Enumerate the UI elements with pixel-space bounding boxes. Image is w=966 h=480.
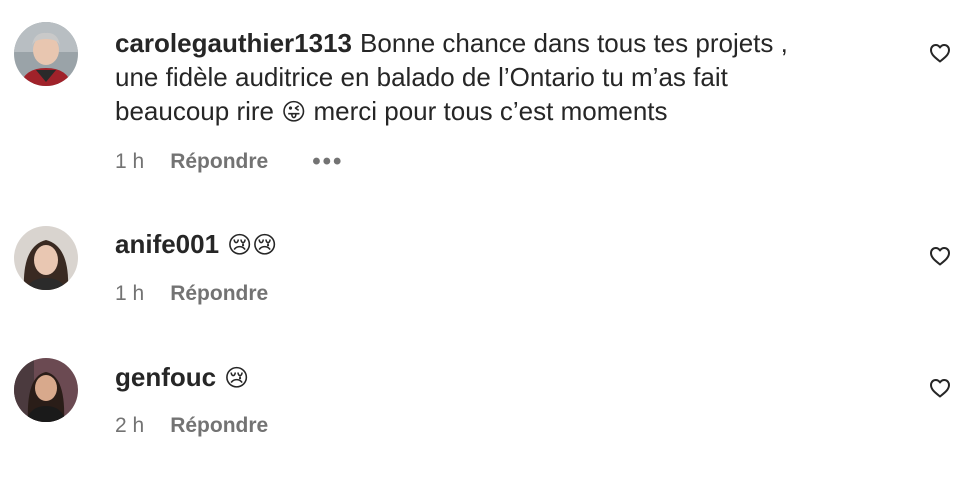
comment-body: merci pour tous c’est moments — [306, 96, 668, 126]
comment-meta: 1 h Répondre — [115, 282, 268, 306]
timestamp[interactable]: 1 h — [115, 150, 144, 174]
avatar-image — [14, 226, 78, 290]
reply-button[interactable]: Répondre — [170, 414, 268, 438]
timestamp[interactable]: 1 h — [115, 282, 144, 306]
username[interactable]: carolegauthier1313 — [115, 28, 352, 58]
comment-meta: 2 h Répondre — [115, 414, 268, 438]
crying-face-emoji: 😢 — [224, 364, 250, 392]
heart-icon[interactable] — [928, 376, 952, 400]
reply-button[interactable]: Répondre — [170, 282, 268, 306]
avatar[interactable] — [14, 226, 78, 290]
comment-text: carolegauthier1313 Bonne chance dans tous… — [115, 26, 895, 129]
winking-tongue-emoji: 😜 — [281, 98, 307, 126]
username[interactable]: genfouc — [115, 362, 216, 392]
comment-meta: 1 h Répondre ••• — [115, 150, 343, 174]
more-options-icon[interactable]: ••• — [312, 150, 343, 174]
avatar-image — [14, 358, 78, 422]
comment-body: une fidèle auditrice en balado de l’Onta… — [115, 62, 728, 92]
reply-button[interactable]: Répondre — [170, 150, 268, 174]
username[interactable]: anife001 — [115, 229, 219, 259]
comment-text: genfouc 😢 — [115, 360, 895, 395]
avatar-image — [14, 22, 78, 86]
heart-icon[interactable] — [928, 41, 952, 65]
comment-body: beaucoup rire — [115, 96, 282, 126]
heart-icon[interactable] — [928, 244, 952, 268]
timestamp[interactable]: 2 h — [115, 414, 144, 438]
avatar[interactable] — [14, 22, 78, 86]
comment-text: anife001 😢😢 — [115, 227, 895, 262]
crying-face-emoji: 😢😢 — [227, 231, 278, 259]
avatar[interactable] — [14, 358, 78, 422]
comment-body: Bonne chance dans tous tes projets , — [360, 28, 788, 58]
